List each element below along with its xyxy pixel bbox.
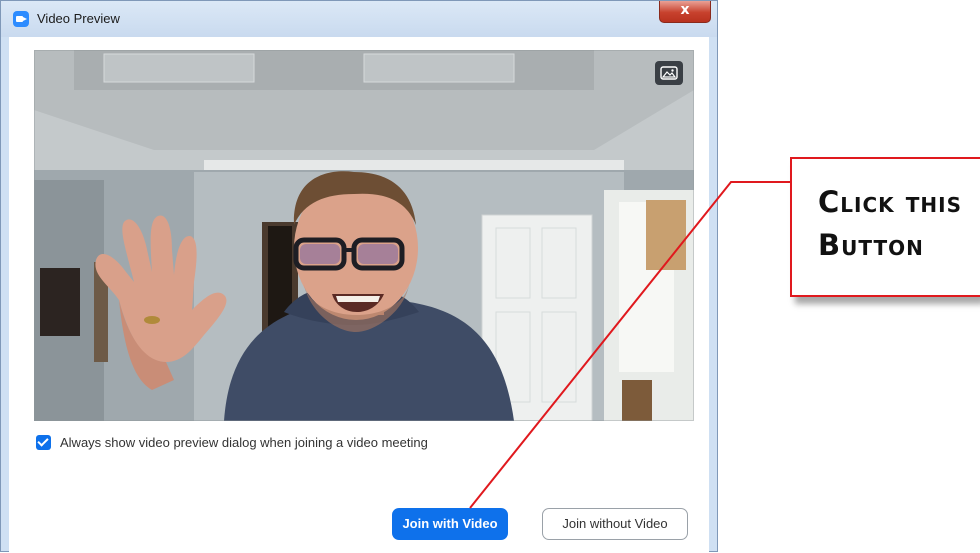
- annotation-line-2: Button: [818, 228, 924, 262]
- close-icon: x: [680, 2, 690, 18]
- image-icon[interactable]: [655, 61, 683, 85]
- close-button[interactable]: x: [659, 1, 711, 23]
- join-without-video-button[interactable]: Join without Video: [542, 508, 688, 540]
- zoom-camera-icon: [13, 11, 29, 27]
- camera-preview: [34, 50, 694, 421]
- annotation-callout: Click this Button: [790, 157, 980, 297]
- always-show-preview-label: Always show video preview dialog when jo…: [60, 434, 428, 450]
- window-title: Video Preview: [37, 11, 120, 26]
- video-preview-window: Video Preview x Always show video previe…: [0, 0, 718, 553]
- camera-preview-scene: [34, 50, 694, 421]
- annotation-text: Click this Button: [818, 181, 962, 267]
- always-show-preview-checkbox[interactable]: [36, 434, 51, 450]
- annotation-line-1: Click this: [818, 185, 962, 219]
- always-show-preview-option[interactable]: Always show video preview dialog when jo…: [36, 432, 428, 452]
- dialog-body: Always show video preview dialog when jo…: [9, 37, 709, 553]
- join-with-video-button[interactable]: Join with Video: [392, 508, 508, 540]
- title-bar[interactable]: Video Preview x: [1, 1, 717, 37]
